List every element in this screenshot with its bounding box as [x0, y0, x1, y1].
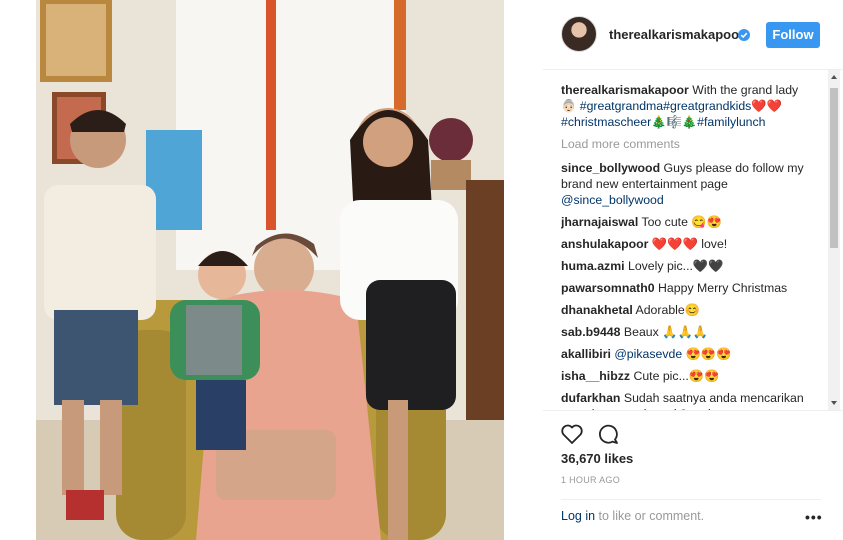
comment-username[interactable]: huma.azmi — [561, 259, 625, 273]
comment: anshulakapoor ❤️❤️❤️ love! — [561, 236, 813, 252]
caption-text: With the grand lady — [692, 83, 799, 97]
comment-text: Beaux 🙏🙏🙏 — [623, 325, 709, 339]
verified-badge-icon — [738, 29, 750, 41]
comment: huma.azmi Lovely pic...🖤🖤 — [561, 258, 813, 274]
comment-icon[interactable] — [597, 423, 619, 445]
avatar[interactable] — [561, 16, 597, 52]
comment: sab.b9448 Beaux 🙏🙏🙏 — [561, 324, 813, 340]
comment-username[interactable]: pawarsomnath0 — [561, 281, 655, 295]
comment-username[interactable]: since_bollywood — [561, 161, 660, 175]
comment: isha__hibzz Cute pic...😍😍 — [561, 368, 813, 384]
login-prompt: Log in to like or comment. — [561, 509, 704, 523]
caption-emoji-hearts: ❤️❤️ — [751, 99, 782, 113]
caption-hashtags-1[interactable]: #greatgrandma#greatgrandkids — [580, 99, 752, 113]
comment-username[interactable]: anshulakapoor — [561, 237, 648, 251]
comment: pawarsomnath0 Happy Merry Christmas — [561, 280, 813, 296]
caption-hashtag-christmascheer[interactable]: #christmascheer — [561, 115, 651, 129]
comment-text: Too cute 😋😍 — [641, 215, 722, 229]
caption-username[interactable]: therealkarismakapoor — [561, 83, 689, 97]
comment-text: 😍😍😍 — [682, 347, 732, 361]
comment-mention[interactable]: @since_bollywood — [561, 193, 664, 207]
comment-text: Lovely pic...🖤🖤 — [627, 259, 724, 273]
caption-emoji-trees: 🎄🎼🎄 — [651, 115, 698, 129]
follow-button[interactable]: Follow — [766, 22, 820, 48]
comment-text: Cute pic...😍😍 — [633, 369, 720, 383]
comment: jharnajaiswal Too cute 😋😍 — [561, 214, 813, 230]
comment-username[interactable]: jharnajaiswal — [561, 215, 638, 229]
scroll-thumb[interactable] — [830, 88, 838, 248]
comment-username[interactable]: isha__hibzz — [561, 369, 630, 383]
comment-mention[interactable]: @pikasevde — [614, 347, 682, 361]
post-actions: 36,670 likes 1 HOUR AGO Log in to like o… — [543, 410, 843, 540]
login-prompt-text: to like or comment. — [595, 509, 705, 523]
likes-count[interactable]: 36,670 likes — [561, 451, 633, 466]
login-link[interactable]: Log in — [561, 509, 595, 523]
caption-emoji: 👵🏻 — [561, 99, 577, 113]
post-timestamp[interactable]: 1 HOUR AGO — [561, 475, 620, 485]
scroll-down-arrow-icon[interactable] — [831, 401, 837, 405]
comment: dufarkhan Sudah saatnya anda mencarikan … — [561, 390, 813, 410]
post-panel: therealkarismakapoor Follow therealkaris… — [543, 0, 843, 540]
comments-scrollbar[interactable] — [828, 70, 840, 410]
post-header: therealkarismakapoor Follow — [543, 0, 843, 70]
load-more-comments[interactable]: Load more comments — [561, 136, 813, 152]
scroll-up-arrow-icon[interactable] — [831, 75, 837, 79]
comment: akallibiri @pikasevde 😍😍😍 — [561, 346, 813, 362]
more-options-icon[interactable]: ••• — [805, 509, 823, 525]
comment: dhanakhetal Adorable😊 — [561, 302, 813, 318]
comments-list: therealkarismakapoor With the grand lady… — [561, 82, 813, 410]
caption: therealkarismakapoor With the grand lady… — [561, 82, 813, 130]
comment-username[interactable]: akallibiri — [561, 347, 611, 361]
username-link[interactable]: therealkarismakapoor — [609, 27, 744, 42]
heart-icon[interactable] — [560, 423, 584, 445]
comment-username[interactable]: dufarkhan — [561, 391, 620, 405]
comment-text: ❤️❤️❤️ love! — [651, 237, 728, 251]
caption-hashtag-familylunch[interactable]: #familylunch — [697, 115, 765, 129]
divider — [561, 499, 821, 500]
comment-text: Happy Merry Christmas — [658, 281, 788, 295]
comment-text: Adorable😊 — [635, 303, 701, 317]
comment: since_bollywood Guys please do follow my… — [561, 160, 813, 208]
comment-username[interactable]: sab.b9448 — [561, 325, 620, 339]
post-photo — [36, 0, 504, 540]
comment-username[interactable]: dhanakhetal — [561, 303, 633, 317]
